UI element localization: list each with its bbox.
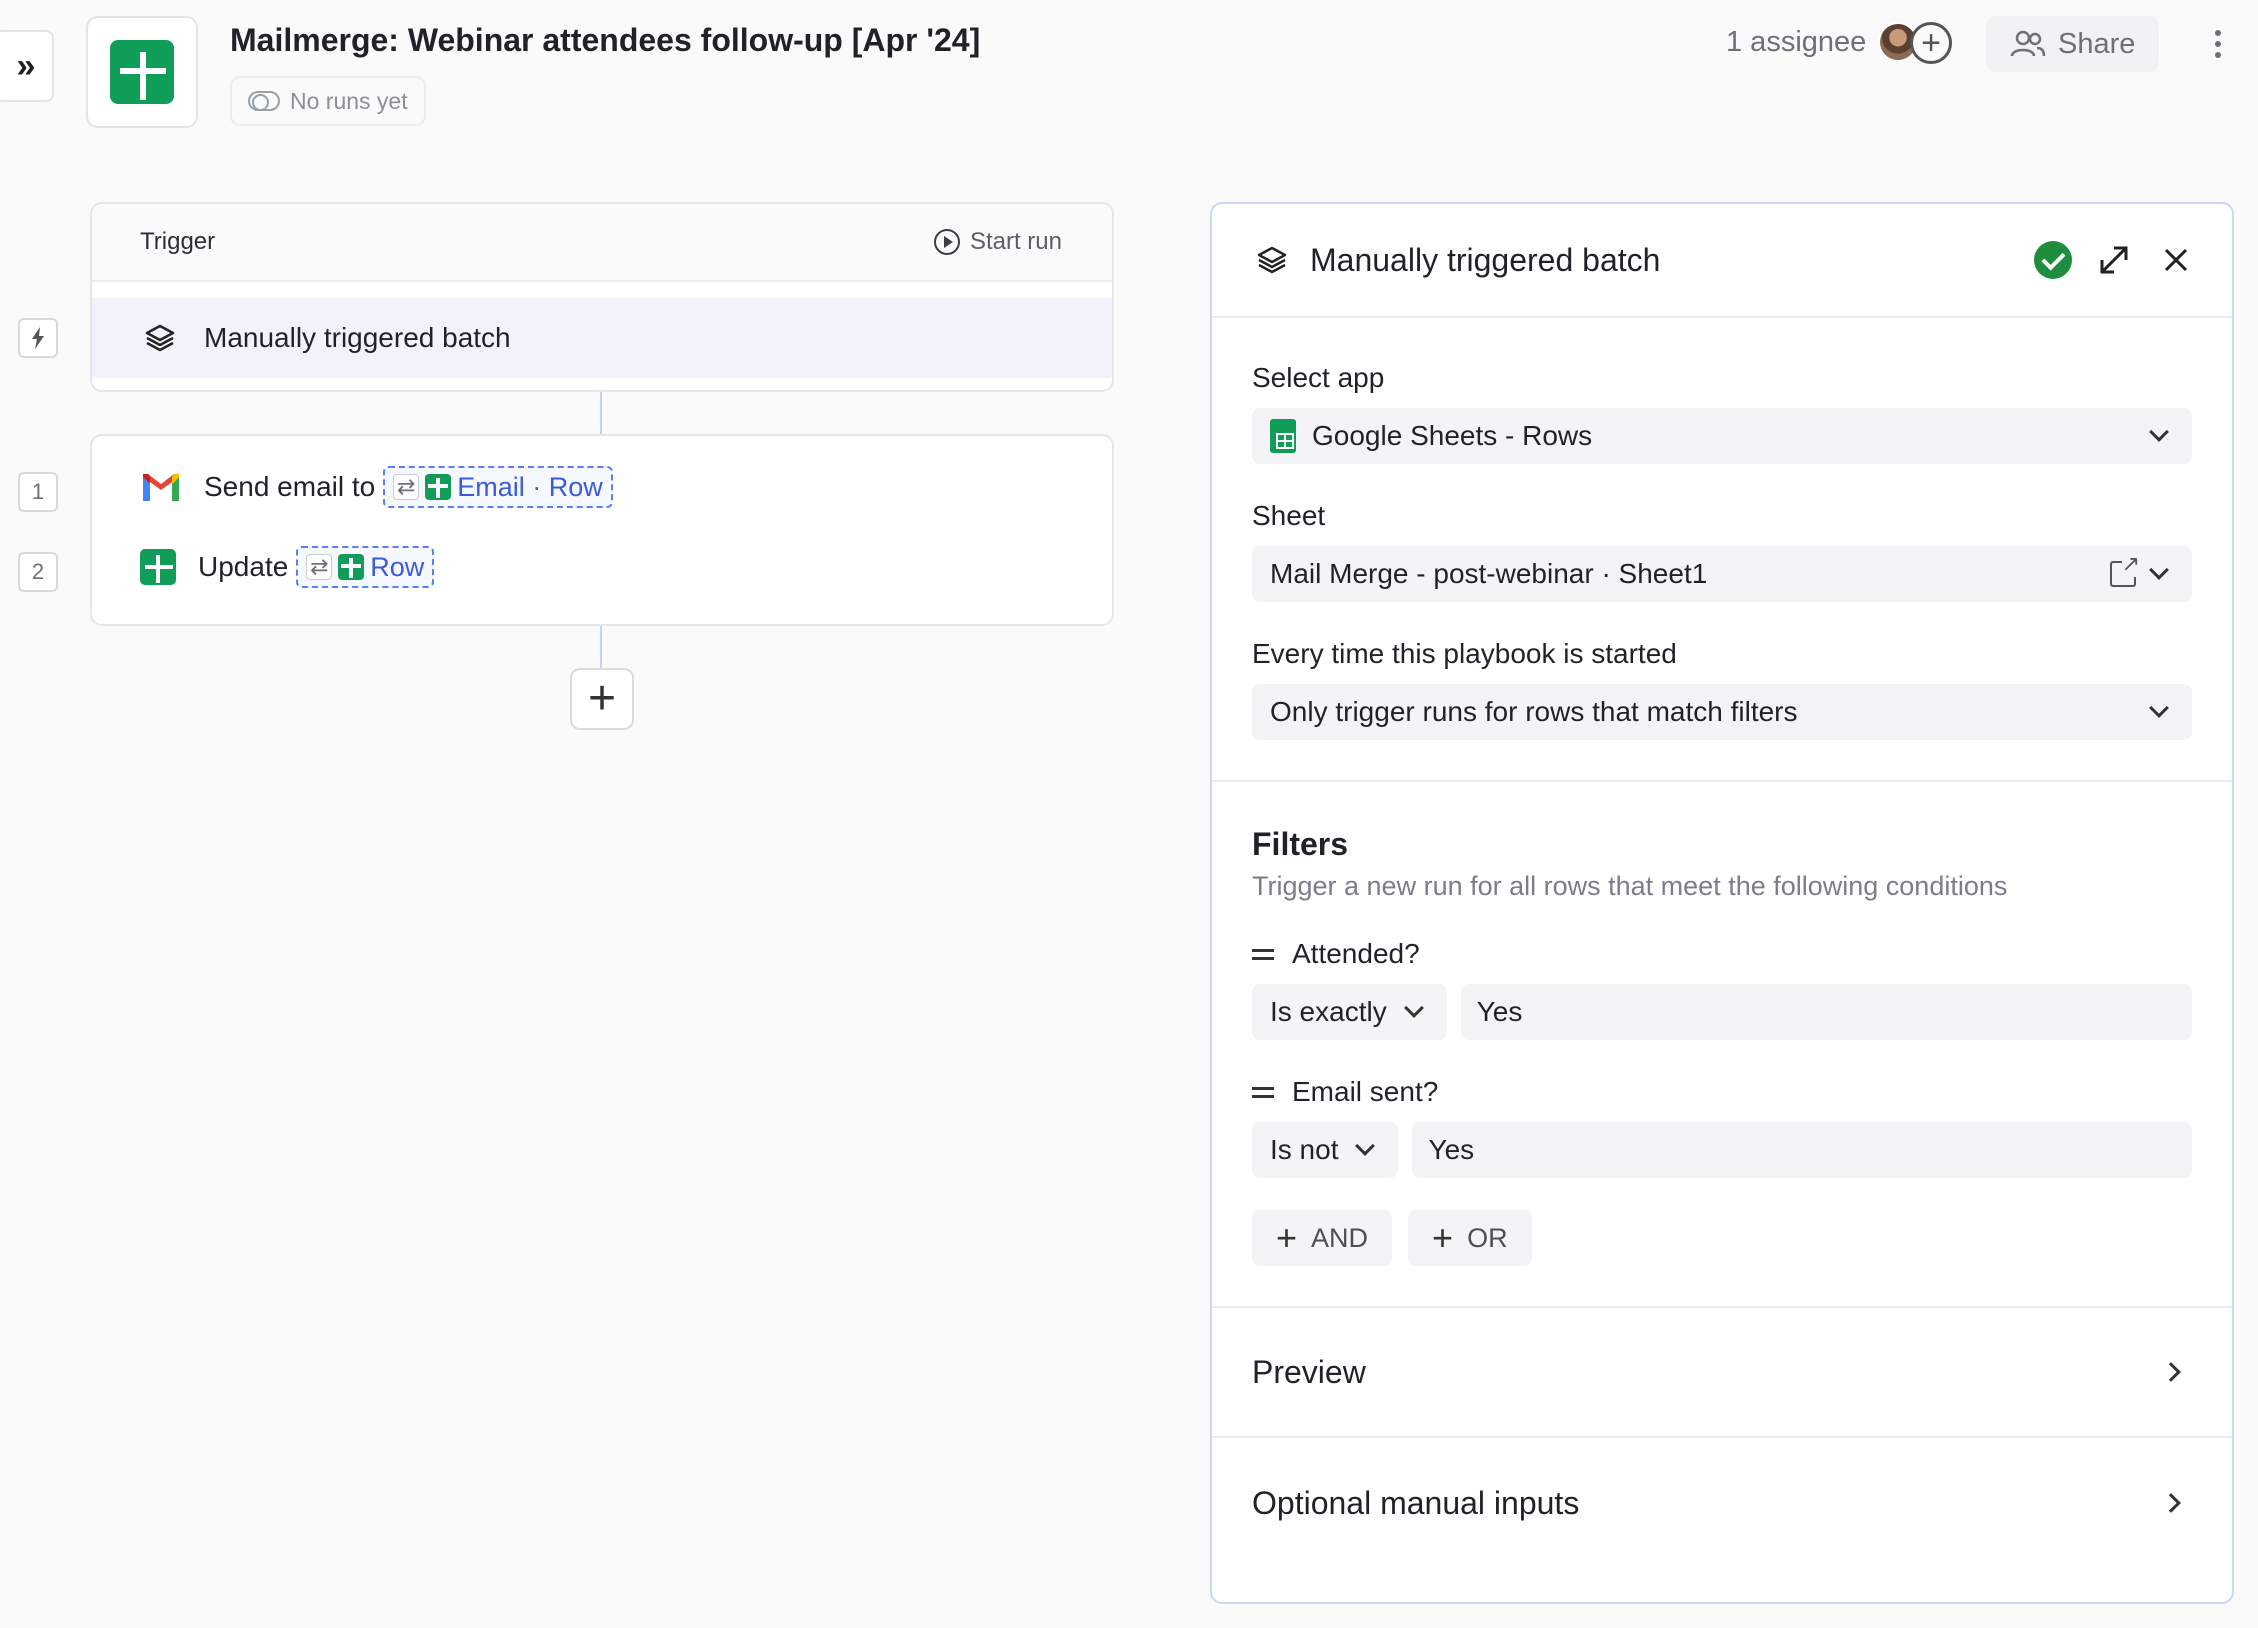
step-text: Send email to: [204, 471, 376, 502]
step-config-panel: Manually triggered batch Select app Goog…: [1210, 202, 2234, 1604]
google-sheets-icon: [110, 40, 174, 104]
start-mode-dropdown[interactable]: Only trigger runs for rows that match fi…: [1252, 684, 2192, 740]
more-options-button[interactable]: [2206, 26, 2230, 62]
expand-sidebar-button[interactable]: »: [0, 30, 54, 102]
start-mode-label: Every time this playbook is started: [1252, 638, 1677, 669]
layers-icon: [1257, 246, 1287, 274]
condition-field: Attended?: [1292, 938, 1420, 969]
sheet-value: Mail Merge - post-webinar · Sheet1: [1270, 558, 1708, 589]
layers-icon: [145, 324, 175, 352]
plus-icon: +: [587, 672, 617, 725]
and-label: AND: [1311, 1222, 1369, 1253]
maximize-icon[interactable]: [2094, 240, 2134, 280]
filter-condition: Email sent? Is not Yes: [1252, 1076, 2192, 1178]
chevron-right-icon: [2161, 1493, 2181, 1513]
trigger-card[interactable]: Trigger Start run Manually triggered bat…: [90, 202, 1114, 392]
preview-label: Preview: [1252, 1353, 1366, 1390]
chevron-down-icon: [2149, 698, 2169, 718]
lightning-icon: [32, 327, 44, 349]
plus-icon: +: [1276, 1217, 1298, 1258]
check-icon: [2034, 241, 2072, 279]
select-app-dropdown[interactable]: Google Sheets - Rows: [1252, 408, 2192, 464]
filter-condition: Attended? Is exactly Yes: [1252, 938, 2192, 1040]
loop-icon: ⇄: [306, 554, 333, 580]
connector-line: [600, 626, 602, 668]
chip-label: Email · Row: [457, 471, 603, 502]
add-assignee-icon: +: [1921, 24, 1941, 62]
play-icon: [933, 229, 960, 255]
optional-inputs-section[interactable]: Optional manual inputs: [1212, 1438, 2232, 1568]
gmail-icon: [143, 474, 179, 501]
steps-card[interactable]: Send email to ⇄ Email · Row Update ⇄ Row: [90, 434, 1114, 626]
trigger-lightning-badge: [18, 318, 58, 358]
close-icon[interactable]: [2156, 240, 2196, 280]
google-sheets-icon: [140, 549, 176, 585]
share-button[interactable]: Share: [1986, 16, 2160, 72]
add-assignee-button[interactable]: +: [1910, 22, 1952, 64]
chevron-down-icon: [2149, 422, 2169, 442]
chevron-down-icon: [1403, 998, 1424, 1018]
optional-inputs-label: Optional manual inputs: [1252, 1484, 1580, 1521]
toggle-icon: [248, 91, 280, 111]
filters-title: Filters: [1252, 826, 1349, 862]
equals-icon: [1252, 948, 1274, 960]
select-app-label: Select app: [1252, 362, 1385, 393]
condition-value-input[interactable]: Yes: [1412, 1122, 2192, 1178]
connector-line: [600, 392, 602, 434]
start-run-label: Start run: [969, 228, 1062, 255]
operator-dropdown[interactable]: Is exactly: [1252, 984, 1447, 1040]
operator-value: Is exactly: [1270, 996, 1387, 1027]
add-and-button[interactable]: + AND: [1252, 1210, 1393, 1266]
chevron-right-icon: [2161, 1362, 2181, 1382]
google-sheets-icon: [425, 474, 452, 500]
app-logo: [86, 16, 198, 128]
operator-value: Is not: [1270, 1134, 1339, 1165]
step-number: 2: [18, 552, 58, 592]
add-step-button[interactable]: +: [570, 668, 634, 730]
google-sheets-icon: [338, 554, 365, 580]
start-mode-value: Only trigger runs for rows that match fi…: [1270, 696, 1798, 727]
chip-label: Row: [370, 551, 425, 582]
chevron-down-icon: [2149, 560, 2169, 580]
share-label: Share: [2058, 27, 2136, 60]
people-icon: [2010, 30, 2046, 57]
select-app-value: Google Sheets - Rows: [1312, 420, 1593, 451]
external-link-icon[interactable]: [2110, 551, 2140, 587]
more-icon: [2215, 30, 2221, 36]
google-sheets-icon: [1270, 419, 1296, 453]
assignee-count[interactable]: 1 assignee: [1726, 26, 1866, 59]
page-title: Mailmerge: Webinar attendees follow-up […: [230, 22, 981, 58]
step-send-email[interactable]: Send email to ⇄ Email · Row: [140, 466, 613, 508]
add-or-button[interactable]: + OR: [1408, 1210, 1532, 1266]
loop-icon: ⇄: [393, 474, 420, 500]
panel-title: Manually triggered batch: [1310, 241, 1661, 278]
condition-value-input[interactable]: Yes: [1460, 984, 2192, 1040]
equals-icon: [1252, 1086, 1274, 1098]
trigger-step-label: Manually triggered batch: [204, 322, 511, 353]
step-text: Update: [198, 551, 289, 582]
trigger-step[interactable]: Manually triggered batch: [92, 298, 1112, 378]
sheet-dropdown[interactable]: Mail Merge - post-webinar · Sheet1: [1252, 546, 2192, 602]
operator-dropdown[interactable]: Is not: [1252, 1122, 1399, 1178]
condition-field: Email sent?: [1292, 1076, 1439, 1107]
runs-status-text: No runs yet: [290, 87, 408, 114]
filters-subtitle: Trigger a new run for all rows that meet…: [1252, 871, 2008, 901]
start-run-button[interactable]: Start run: [933, 228, 1062, 256]
variable-chip[interactable]: ⇄ Row: [296, 546, 435, 588]
or-label: OR: [1467, 1222, 1508, 1253]
variable-chip[interactable]: ⇄ Email · Row: [383, 466, 613, 508]
step-number: 1: [18, 472, 58, 512]
preview-section[interactable]: Preview: [1212, 1308, 2232, 1438]
trigger-header: Trigger: [140, 228, 216, 255]
plus-icon: +: [1432, 1217, 1454, 1258]
sheet-label: Sheet: [1252, 500, 1326, 531]
chevron-down-icon: [1355, 1136, 1376, 1156]
expand-sidebar-icon: »: [16, 46, 36, 85]
step-update-row[interactable]: Update ⇄ Row: [140, 546, 435, 588]
runs-status-badge: No runs yet: [230, 76, 426, 126]
